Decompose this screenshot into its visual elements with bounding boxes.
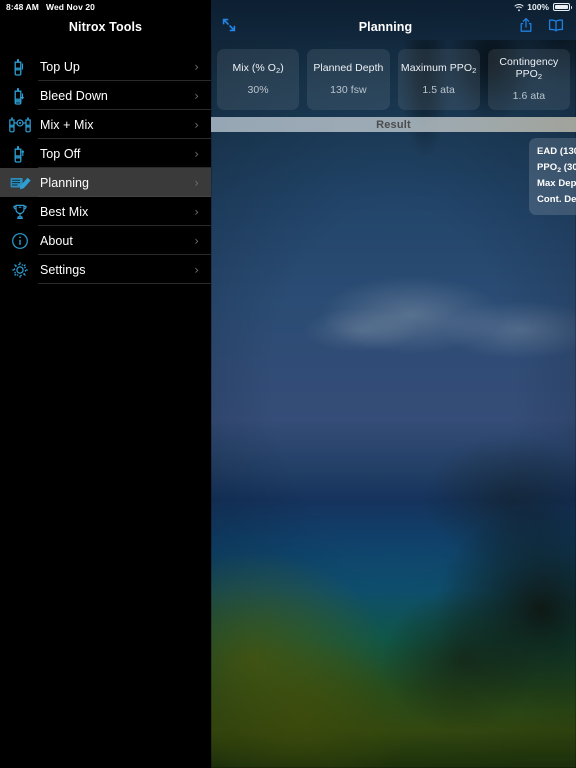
card-title-sub: 2 — [472, 66, 476, 75]
sidebar-item-mix-plus-mix[interactable]: Mix + Mix › — [0, 110, 211, 139]
input-card-value: 1.5 ata — [422, 84, 454, 96]
card-title-tail: ) — [280, 62, 284, 74]
chevron-right-icon: › — [194, 206, 199, 218]
result-label-main: Cont. Depth (1.6 ata) — [537, 194, 576, 205]
result-panel: EAD (130 fsw @ 30%) 111 fsw PPO2 (30% @ … — [529, 138, 576, 215]
status-bar-left: 8:48 AM Wed Nov 20 — [0, 0, 211, 14]
chevron-right-icon: › — [194, 264, 199, 276]
trophy-icon — [0, 203, 40, 221]
sidebar-item-label: Mix + Mix — [40, 118, 194, 132]
chevron-right-icon: › — [194, 61, 199, 73]
sidebar-item-label: Bleed Down — [40, 89, 194, 103]
status-bar-right: 100% — [211, 0, 576, 14]
input-card-value: 1.6 ata — [513, 90, 545, 102]
nav-left-group — [211, 17, 265, 38]
card-title-main: Mix (% O — [232, 62, 276, 74]
sidebar-title: Nitrox Tools — [0, 14, 211, 40]
chevron-right-icon: › — [194, 90, 199, 102]
result-row: PPO2 (30% @ 130 fsw) 1.48 ata — [537, 160, 576, 176]
card-title-sub: 2 — [538, 72, 542, 81]
result-section-label: Result — [376, 119, 411, 131]
result-label: EAD (130 fsw @ 30%) — [537, 144, 576, 160]
divider — [38, 283, 211, 284]
result-label-main: EAD (130 fsw @ 30%) — [537, 146, 576, 157]
chevron-right-icon: › — [194, 148, 199, 160]
input-cards-row: Mix (% O2) 30% Planned Depth 130 fsw Max… — [211, 40, 576, 118]
sidebar-item-label: Best Mix — [40, 205, 194, 219]
result-label: Cont. Depth (1.6 ata) — [537, 192, 576, 208]
navigation-bar: 100% Planning — [211, 0, 576, 40]
card-title-main: Planned Depth — [313, 62, 383, 74]
input-card-contingency-ppo2[interactable]: Contingency PPO2 1.6 ata — [488, 49, 570, 110]
status-bar-time: 8:48 AM — [6, 2, 39, 12]
input-card-mix[interactable]: Mix (% O2) 30% — [217, 49, 299, 110]
navigation-bar-row: Planning — [211, 14, 576, 40]
input-card-title: Contingency PPO2 — [491, 56, 567, 81]
sidebar-item-about[interactable]: About › — [0, 226, 211, 255]
sidebar: 8:48 AM Wed Nov 20 Nitrox Tools Top Up › — [0, 0, 211, 768]
status-bar-date: Wed Nov 20 — [46, 2, 95, 12]
result-row: Cont. Depth (1.6 ata) 143 fsw — [537, 192, 576, 208]
sidebar-item-label: About — [40, 234, 194, 248]
card-title-main: Contingency PPO — [499, 56, 558, 80]
sidebar-item-planning[interactable]: Planning › — [0, 168, 211, 197]
result-section-header: Result — [211, 117, 576, 132]
input-card-planned-depth[interactable]: Planned Depth 130 fsw — [307, 49, 389, 110]
info-circle-icon — [0, 232, 40, 250]
battery-fill — [555, 5, 568, 9]
share-icon[interactable] — [519, 17, 533, 38]
app-window: 8:48 AM Wed Nov 20 Nitrox Tools Top Up › — [0, 0, 576, 768]
input-card-value: 30% — [248, 84, 269, 96]
input-card-value: 130 fsw — [330, 84, 367, 96]
sidebar-item-label: Top Up — [40, 60, 194, 74]
sidebar-item-top-up[interactable]: Top Up › — [0, 52, 211, 81]
battery-percent-label: 100% — [527, 2, 549, 12]
result-label-sub: 2 — [557, 167, 561, 174]
input-card-title: Mix (% O2) — [232, 62, 283, 75]
battery-icon — [553, 3, 570, 11]
tank-topoff-icon — [0, 145, 40, 163]
result-label-main: Max Depth (1.5 ata) — [537, 178, 576, 189]
main-content: 100% Planning — [211, 0, 576, 768]
wifi-icon — [514, 4, 523, 11]
sidebar-item-label: Top Off — [40, 147, 194, 161]
input-card-maximum-ppo2[interactable]: Maximum PPO2 1.5 ata — [398, 49, 480, 110]
sidebar-item-label: Settings — [40, 263, 194, 277]
sidebar-item-bleed-down[interactable]: Bleed Down › — [0, 81, 211, 110]
card-title-sub: 2 — [276, 66, 280, 75]
gear-icon — [0, 261, 40, 279]
sidebar-item-best-mix[interactable]: Best Mix › — [0, 197, 211, 226]
chevron-right-icon: › — [194, 119, 199, 131]
clipboard-pen-icon — [0, 174, 40, 192]
two-tanks-icon — [0, 116, 40, 134]
sidebar-menu: Top Up › Bleed Down › — [0, 52, 211, 284]
single-tank-icon — [0, 58, 40, 76]
result-row: EAD (130 fsw @ 30%) 111 fsw — [537, 144, 576, 160]
tank-bleed-icon — [0, 87, 40, 105]
card-title-main: Maximum PPO — [401, 62, 472, 74]
sidebar-item-settings[interactable]: Settings › — [0, 255, 211, 284]
chevron-right-icon: › — [194, 177, 199, 189]
expand-arrows-icon[interactable] — [221, 17, 237, 38]
result-label: PPO2 (30% @ 130 fsw) — [537, 160, 576, 176]
input-card-title: Planned Depth — [313, 62, 383, 75]
sidebar-item-top-off[interactable]: Top Off › — [0, 139, 211, 168]
result-row: Max Depth (1.5 ata) 132 fsw — [537, 176, 576, 192]
page-title: Planning — [265, 20, 506, 34]
sidebar-item-label: Planning — [40, 176, 194, 190]
nav-right-group — [506, 17, 576, 38]
result-label: Max Depth (1.5 ata) — [537, 176, 576, 192]
input-card-title: Maximum PPO2 — [401, 62, 476, 75]
chevron-right-icon: › — [194, 235, 199, 247]
result-label-main: PPO — [537, 162, 557, 173]
book-icon[interactable] — [548, 18, 564, 37]
result-label-tail: (30% @ 130 fsw) — [561, 162, 576, 173]
